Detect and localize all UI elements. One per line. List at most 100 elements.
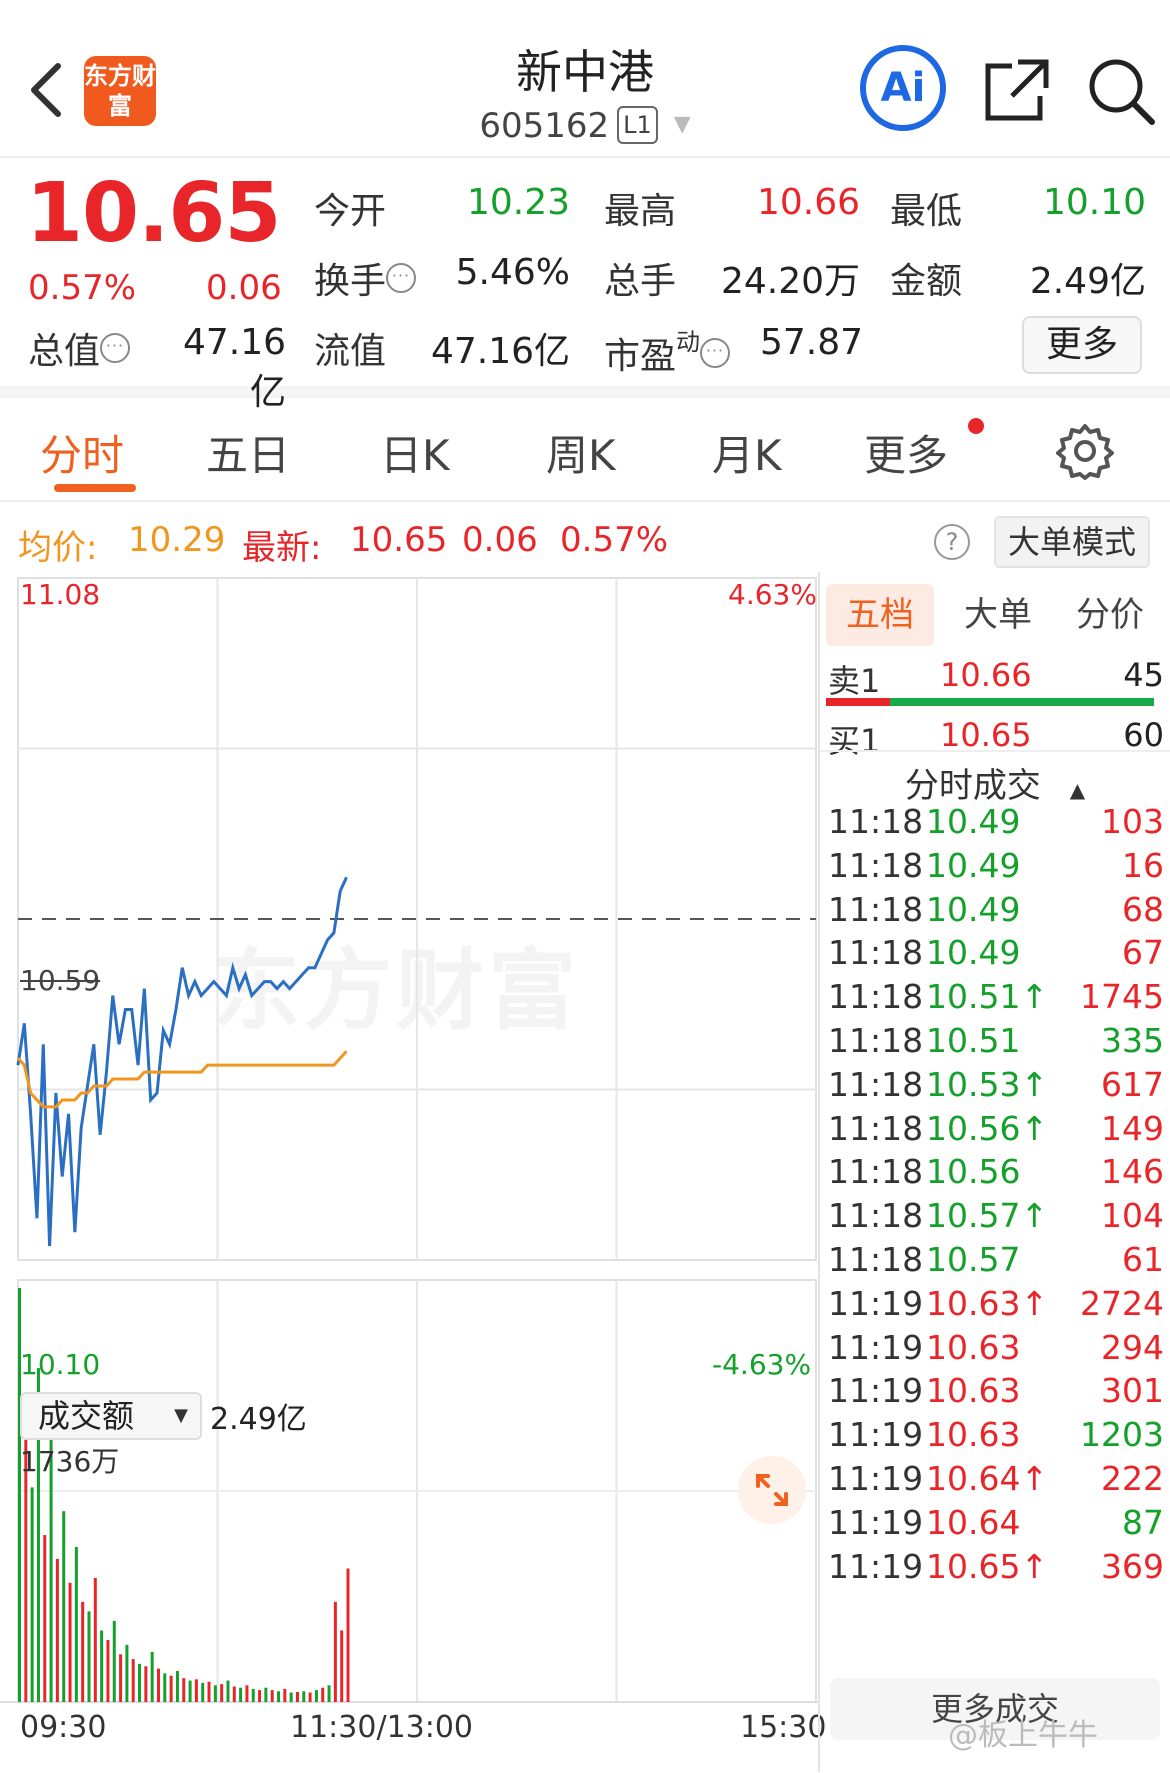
- trade-time: 11:18: [828, 802, 924, 841]
- help-icon[interactable]: ?: [934, 524, 970, 560]
- volume-bar: [270, 1690, 274, 1702]
- y-top-label: 11.08: [20, 578, 101, 611]
- intraday-chart[interactable]: [0, 570, 818, 1770]
- volume-bar: [283, 1688, 287, 1702]
- volume-bar: [194, 1679, 198, 1702]
- info-icon[interactable]: ···: [386, 263, 417, 293]
- volume-metric-select[interactable]: 成交额 ▼: [20, 1392, 202, 1440]
- y-mid-label: 10.59: [20, 964, 101, 997]
- x-axis-end: 15:30: [740, 1710, 827, 1745]
- float-cap-value: 47.16亿: [430, 331, 570, 372]
- trade-time: 11:18: [828, 1108, 924, 1148]
- volume-bar: [106, 1639, 110, 1702]
- amount-value: 2.49亿: [1029, 261, 1146, 302]
- price-line: [16, 876, 348, 1247]
- big-order-mode-button[interactable]: 大单模式: [994, 516, 1150, 568]
- trade-row: 11:19 10.63 301: [828, 1371, 1164, 1415]
- sell-ratio: [826, 698, 890, 706]
- x-axis-mid: 11:30/13:00: [290, 1710, 474, 1745]
- trade-volume: 2724: [1080, 1283, 1164, 1323]
- trade-price: 10.63↑: [926, 1283, 1049, 1323]
- info-icon[interactable]: ···: [100, 333, 131, 363]
- tab-big-orders[interactable]: 大单: [944, 584, 1052, 646]
- share-icon[interactable]: [982, 56, 1052, 126]
- trade-volume: 61: [1122, 1240, 1164, 1279]
- amount-label: 金额: [890, 261, 963, 302]
- buy1-price: 10.65: [940, 716, 1032, 754]
- tab-intraday[interactable]: 分时: [40, 422, 124, 483]
- tab-daily-k[interactable]: 日K: [380, 422, 450, 483]
- trade-row: 11:18 10.57 61: [828, 1240, 1164, 1284]
- avg-label: 均价:: [18, 528, 98, 568]
- volume-bar: [175, 1670, 179, 1702]
- volume-bar: [232, 1686, 236, 1702]
- sell1-row: 卖1 10.66 45: [828, 656, 1164, 700]
- trade-volume: 617: [1101, 1064, 1164, 1104]
- latest-percent: 0.57%: [560, 520, 669, 560]
- pct-top-label: 4.63%: [728, 578, 817, 611]
- turnover-label[interactable]: 换手 ···: [314, 252, 417, 304]
- volume-bar: [138, 1663, 142, 1702]
- trade-time: 11:18: [828, 845, 924, 885]
- volume-bar: [156, 1668, 160, 1702]
- tab-price-dist[interactable]: 分价: [1056, 584, 1164, 646]
- pe-label[interactable]: 市盈动 ···: [604, 322, 731, 379]
- volume-bar: [150, 1651, 154, 1702]
- volume-bar: [125, 1644, 129, 1702]
- trade-time: 11:18: [828, 1152, 924, 1192]
- trade-price: 10.49: [926, 933, 1021, 973]
- volume-bar: [30, 1487, 34, 1702]
- tab-more[interactable]: 更多: [864, 422, 948, 483]
- tab-five-levels[interactable]: 五档: [826, 584, 934, 646]
- price-series: [16, 876, 348, 1247]
- tab-weekly-k[interactable]: 周K: [546, 422, 616, 483]
- pe-label-text: 市盈: [604, 336, 677, 377]
- volume-bar: [93, 1577, 97, 1702]
- sell1-volume: 45: [1123, 656, 1164, 694]
- notification-dot: [968, 418, 984, 434]
- volume-bar: [81, 1601, 85, 1702]
- volume-bar: [295, 1691, 299, 1702]
- turnover-label-text: 换手: [314, 261, 387, 302]
- gear-icon[interactable]: [1056, 422, 1114, 480]
- volume-bar: [308, 1692, 312, 1702]
- trade-time: 11:18: [828, 933, 924, 973]
- mktcap-label-text: 总值: [28, 331, 101, 372]
- volume-bar: [321, 1687, 325, 1702]
- trade-time: 11:19: [828, 1327, 924, 1367]
- expand-icon[interactable]: [738, 1456, 806, 1524]
- trade-row: 11:18 10.49 67: [828, 933, 1164, 977]
- trades-header[interactable]: 分时成交 ▲: [820, 750, 1170, 807]
- volume-bar: [302, 1691, 306, 1702]
- volume-bar: [258, 1690, 262, 1702]
- trade-volume: 16: [1122, 845, 1164, 885]
- trade-row: 11:18 10.56 146: [828, 1152, 1164, 1196]
- volume-total: 2.49亿: [210, 1402, 307, 1437]
- tab-monthly-k[interactable]: 月K: [712, 422, 782, 483]
- trade-price: 10.57↑: [926, 1196, 1049, 1236]
- volume-bar: [239, 1687, 243, 1702]
- info-icon[interactable]: ···: [700, 338, 731, 368]
- volume-bar: [188, 1680, 192, 1702]
- tab-five-day[interactable]: 五日: [206, 422, 290, 483]
- period-tabs: 分时 五日 日K 周K 月K 更多: [0, 398, 1170, 502]
- trade-time: 11:18: [828, 1196, 924, 1236]
- mktcap-label[interactable]: 总值 ···: [28, 322, 131, 374]
- weibo-watermark: @板上牛牛: [948, 1718, 1098, 1753]
- latest-label: 最新:: [242, 528, 322, 568]
- ai-assistant-button[interactable]: Ai: [860, 45, 946, 131]
- volume-bar: [163, 1673, 167, 1702]
- dropdown-caret-icon[interactable]: ▼: [674, 112, 691, 137]
- more-quote-button[interactable]: 更多: [1022, 316, 1142, 374]
- volume-bar: [346, 1568, 350, 1702]
- volume-bar: [62, 1511, 66, 1702]
- search-icon[interactable]: [1086, 56, 1156, 126]
- volume-bar: [314, 1690, 318, 1702]
- trade-row: 11:18 10.51 335: [828, 1021, 1164, 1065]
- active-tab-indicator: [54, 484, 136, 492]
- trade-volume: 67: [1122, 933, 1164, 973]
- trade-time: 11:19: [828, 1502, 924, 1542]
- trade-volume: 149: [1101, 1108, 1164, 1148]
- trade-row: 11:18 10.53↑ 617: [828, 1065, 1164, 1109]
- volume-bar: [340, 1630, 344, 1702]
